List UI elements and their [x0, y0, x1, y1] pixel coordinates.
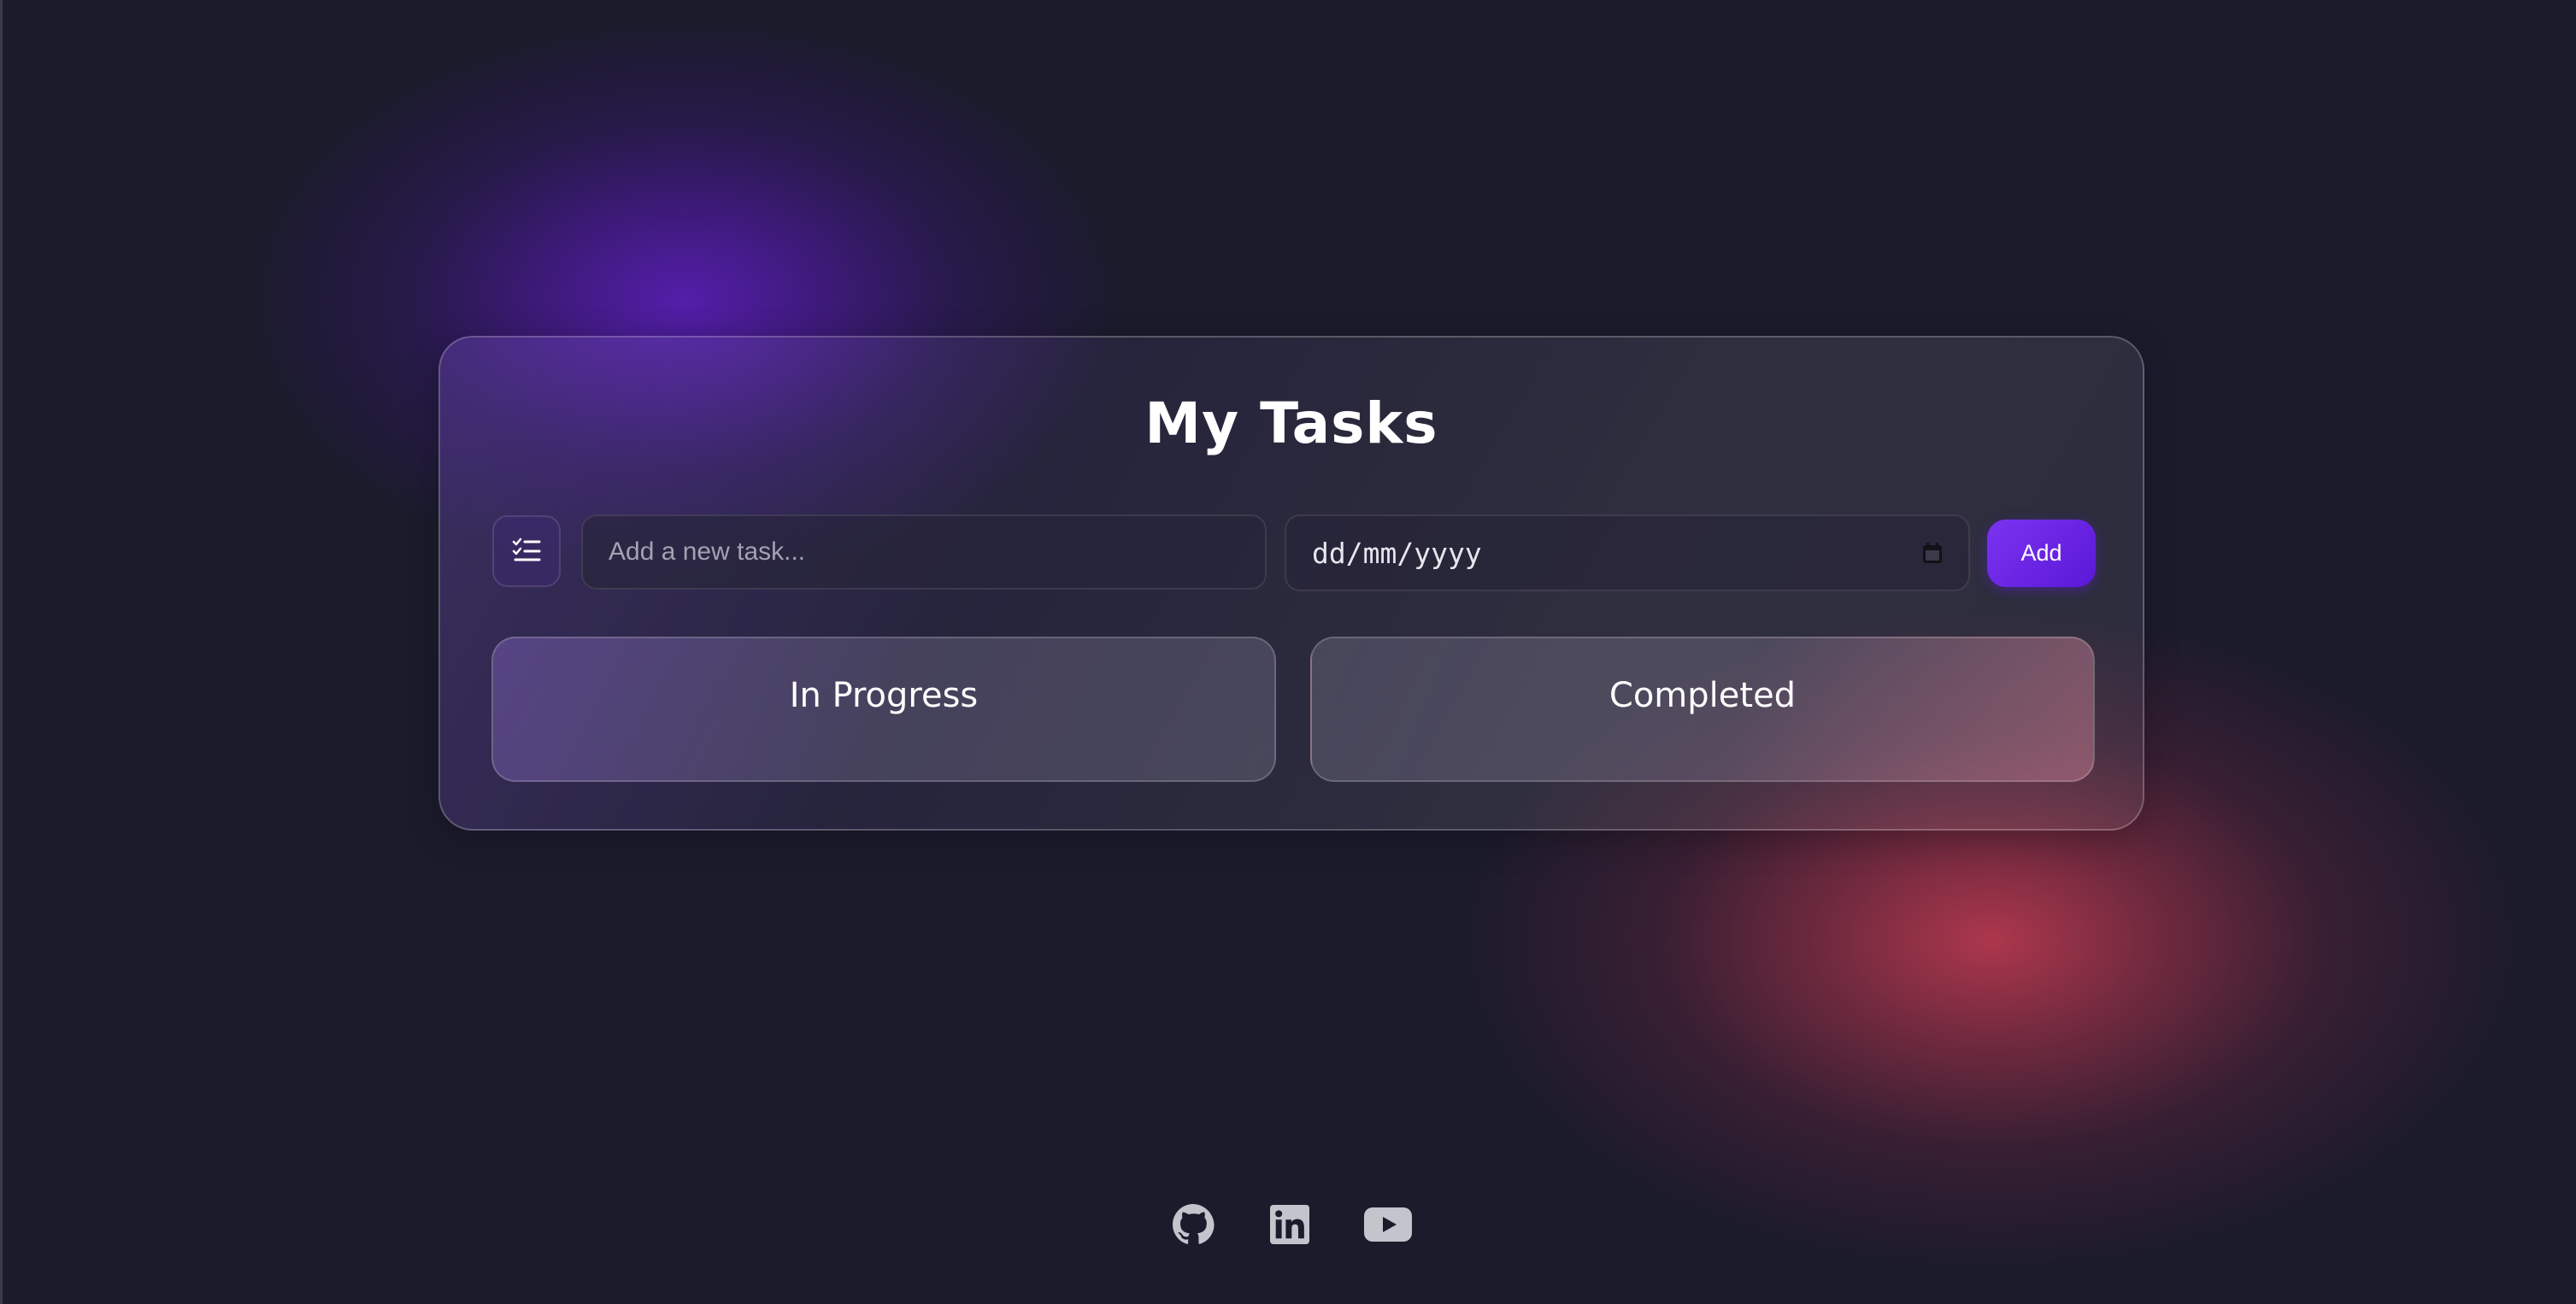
date-input[interactable]: dd/mm/yyyy [1285, 514, 1970, 591]
completed-title: Completed [1609, 676, 1797, 715]
in-progress-title: In Progress [789, 676, 979, 715]
linkedin-link[interactable] [1268, 1201, 1311, 1252]
date-input-value: dd/mm/yyyy [1312, 536, 1482, 570]
linkedin-icon [1270, 1205, 1309, 1248]
youtube-icon [1364, 1207, 1412, 1246]
checklist-icon [512, 537, 541, 566]
page-title: My Tasks [1144, 391, 1438, 456]
task-card: My Tasks dd/mm/yyyy Add In Progress [438, 336, 2144, 831]
in-progress-column: In Progress [491, 637, 1276, 782]
page-left-edge [0, 0, 3, 1304]
task-input[interactable] [581, 514, 1267, 590]
completed-column: Completed [1310, 637, 2095, 782]
youtube-link[interactable] [1364, 1201, 1412, 1252]
add-button[interactable]: Add [1987, 520, 2096, 587]
task-list-button[interactable] [492, 515, 561, 587]
github-icon [1172, 1203, 1214, 1249]
calendar-icon[interactable] [1922, 542, 1943, 564]
github-link[interactable] [1171, 1201, 1215, 1252]
